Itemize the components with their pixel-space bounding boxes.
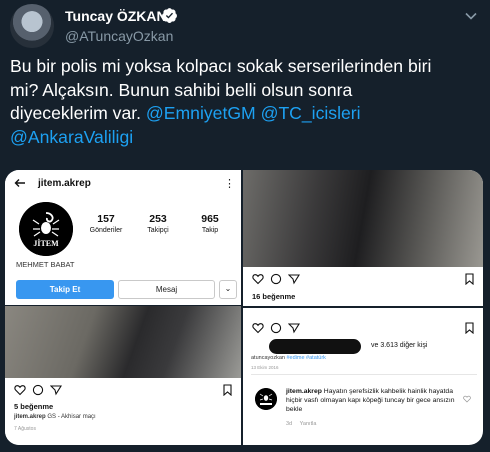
- following-label: Takip: [201, 227, 219, 234]
- tweet-text-line: @AnkaraValiligi: [10, 126, 480, 150]
- heart-icon: [463, 395, 471, 403]
- comment-icon: [32, 384, 44, 396]
- tweet-text-line: mi? Alçaksın. Bunun sahibi belli olsun s…: [10, 79, 353, 100]
- bookmark-icon: [465, 273, 474, 285]
- post-photo: [243, 170, 483, 267]
- followers-stat: 253 Takipçi: [133, 213, 183, 234]
- share-icon: [50, 385, 62, 396]
- handle[interactable]: @ATuncayOzkan: [65, 28, 173, 44]
- ig-username: jitem.akrep: [38, 178, 91, 189]
- posts-count: 157: [97, 213, 115, 225]
- post-actions: [252, 273, 300, 285]
- caption-text: GS - Akhisar maçı: [47, 414, 96, 420]
- tweet-text-line: diyeceklerim var. @EmniyetGM @TC_icisler…: [10, 102, 480, 126]
- redaction-bar: [269, 339, 361, 354]
- logo-text: JİTEM: [33, 238, 59, 248]
- tweet-text-line: Bu bir polis mi yoksa kolpacı sokak sers…: [10, 56, 432, 76]
- caption-user: jitem.akrep: [14, 414, 46, 420]
- post-actions: [252, 322, 300, 334]
- liked-by-suffix: ve 3.613 diğer kişi: [371, 342, 428, 349]
- post-photo: [5, 306, 241, 378]
- chevron-down-icon[interactable]: [464, 9, 478, 23]
- avatar[interactable]: [10, 4, 54, 48]
- heart-icon: [252, 323, 264, 334]
- more-options-icon: ⋮: [224, 178, 235, 190]
- mention-link[interactable]: @AnkaraValiligi: [10, 127, 133, 147]
- post-likes: 16 beğenme: [252, 292, 296, 301]
- display-name[interactable]: Tuncay ÖZKAN: [65, 8, 167, 24]
- media-grid[interactable]: jitem.akrep ⋮ JİTEM 157 Gönderiler 253 T…: [5, 170, 483, 445]
- heart-icon: [14, 385, 26, 396]
- tweet-text-plain: diyeceklerim var.: [10, 103, 142, 123]
- mention-link[interactable]: @EmniyetGM: [146, 103, 256, 123]
- following-stat: 965 Takip: [185, 213, 235, 234]
- post-caption: jitem.akrep GS - Akhisar maçı: [14, 414, 96, 420]
- following-count: 965: [201, 213, 219, 225]
- instagram-profile: jitem.akrep ⋮ JİTEM 157 Gönderiler 253 T…: [5, 170, 241, 305]
- reply-comment: jitem.akrep Hayatın şerefsizlik kahbelik…: [286, 387, 458, 414]
- comment-icon: [270, 322, 282, 334]
- comment-date: 13 Ekim 2016: [251, 365, 279, 370]
- share-icon: [288, 274, 300, 285]
- followers-label: Takipçi: [147, 227, 169, 234]
- ig-full-name: MEHMET BABAT: [16, 260, 75, 269]
- media-image-top-right[interactable]: 16 beğenme: [243, 170, 483, 306]
- back-arrow-icon: [14, 179, 25, 187]
- post-actions: [14, 384, 62, 396]
- reply-meta: 3d Yanıtla: [286, 421, 316, 427]
- followers-count: 253: [149, 213, 167, 225]
- follow-button: Takip Et: [16, 280, 114, 299]
- mention-link[interactable]: @TC_icisleri: [261, 103, 361, 123]
- instagram-post: 5 beğenme jitem.akrep GS - Akhisar maçı …: [5, 306, 241, 445]
- liked-by-text: ve 3.613 diğer kişi: [371, 342, 427, 349]
- posts-label: Gönderiler: [89, 227, 123, 234]
- media-image-bottom-right[interactable]: ve 3.613 diğer kişi atuncayozkan #edime …: [243, 308, 483, 445]
- post-likes: 5 beğenme: [14, 402, 54, 411]
- tweet-header: Tuncay ÖZKAN @ATuncayOzkan: [10, 4, 480, 48]
- posts-stat: 157 Gönderiler: [81, 213, 131, 234]
- scorpion-logo-icon: [255, 388, 277, 410]
- bookmark-icon: [223, 384, 232, 396]
- comment-icon: [270, 273, 282, 285]
- tweet-text: Bu bir polis mi yoksa kolpacı sokak sers…: [10, 55, 480, 149]
- chevron-down-icon: ⌄: [219, 280, 237, 299]
- heart-icon: [252, 274, 264, 285]
- verified-icon: [162, 8, 177, 23]
- post-date: 7 Ağustos: [14, 426, 36, 432]
- share-icon: [288, 323, 300, 334]
- message-button: Mesaj: [118, 280, 215, 299]
- media-image-left[interactable]: jitem.akrep ⋮ JİTEM 157 Gönderiler 253 T…: [5, 170, 241, 445]
- divider: [251, 374, 477, 375]
- comment-user: atuncayozkan: [251, 355, 285, 361]
- bookmark-icon: [465, 322, 474, 334]
- comment-line: atuncayozkan #edime #atatürk: [251, 355, 326, 361]
- scorpion-logo-icon: JİTEM: [19, 202, 73, 256]
- reply-age: 3d: [286, 421, 293, 427]
- reply-user: jitem.akrep: [286, 388, 322, 395]
- comment-tags: #edime #atatürk: [286, 355, 326, 361]
- reply-action: Yanıtla: [299, 421, 317, 427]
